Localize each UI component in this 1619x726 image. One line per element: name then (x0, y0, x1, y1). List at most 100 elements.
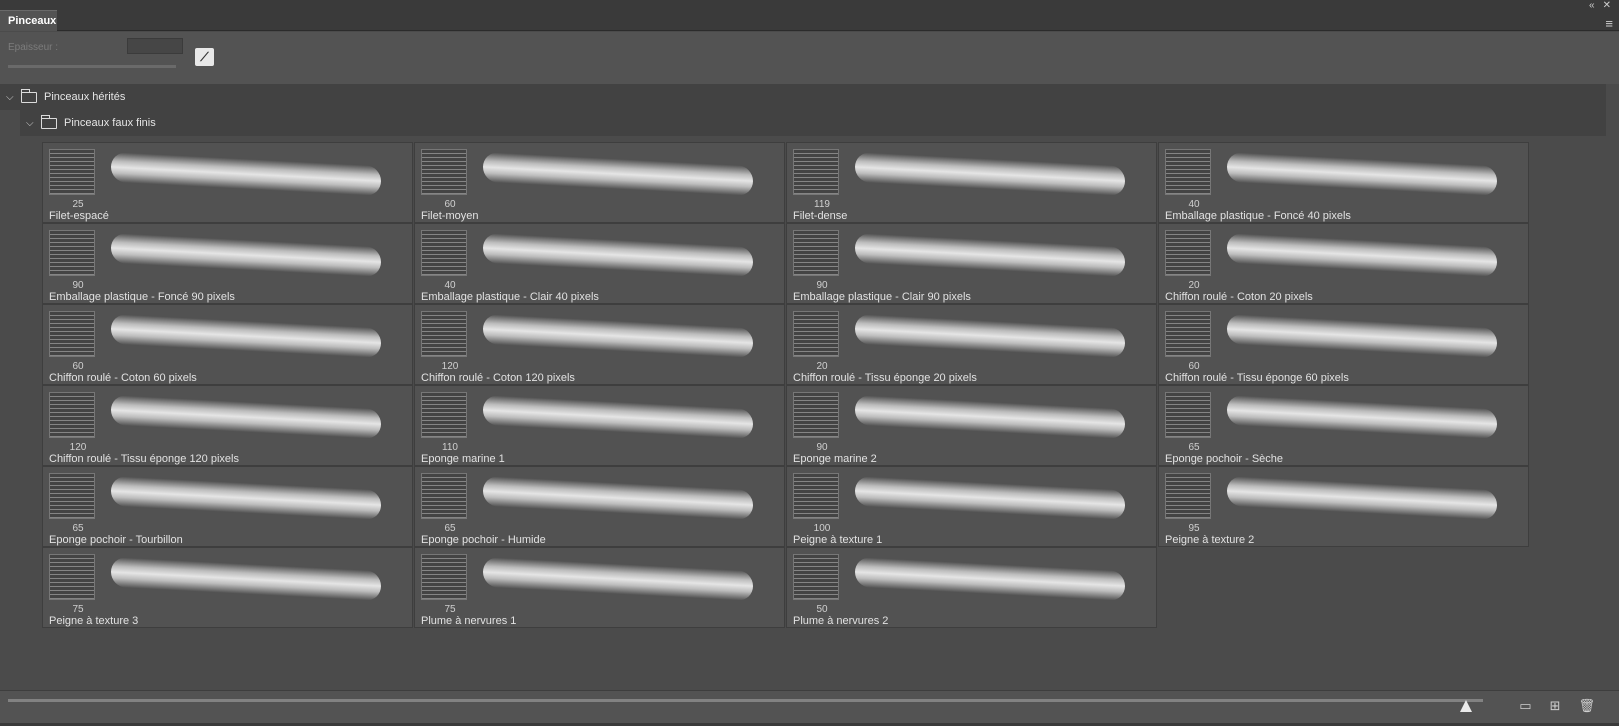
brush-preset[interactable]: 50 Plume à nervures 2 (786, 547, 1157, 628)
brush-tip-thumbnail (421, 554, 467, 600)
brush-size: 25 (72, 199, 84, 210)
brush-size: 95 (1188, 523, 1200, 534)
brush-stroke-preview (111, 556, 381, 602)
brush-stroke-preview (855, 313, 1125, 359)
brush-tree: ⌵ Pinceaux hérités ⌵ Pinceaux faux finis… (0, 84, 1619, 690)
brush-name: Eponge pochoir - Tourbillon (49, 534, 183, 546)
brush-name: Plume à nervures 2 (793, 615, 889, 627)
brush-preset[interactable]: 75 Plume à nervures 1 (414, 547, 785, 628)
thickness-slider[interactable] (8, 65, 176, 68)
brush-preset[interactable]: 40 Emballage plastique - Foncé 40 pixels (1158, 142, 1529, 223)
group-label: Pinceaux faux finis (64, 117, 156, 129)
folder-icon[interactable]: ▭ (1519, 698, 1531, 714)
brush-stroke-preview (855, 556, 1125, 602)
brush-size: 100 (813, 523, 831, 534)
brush-preset[interactable]: 100 Peigne à texture 1 (786, 466, 1157, 547)
brush-size: 40 (444, 280, 456, 291)
brush-size: 75 (72, 604, 84, 615)
brush-stroke-preview (483, 313, 753, 359)
brush-tip-thumbnail (49, 554, 95, 600)
brush-preset[interactable]: 120 Chiffon roulé - Coton 120 pixels (414, 304, 785, 385)
brush-tip-thumbnail (421, 149, 467, 195)
brush-name: Peigne à texture 3 (49, 615, 139, 627)
brush-preset[interactable]: 60 Chiffon roulé - Tissu éponge 60 pixels (1158, 304, 1529, 385)
brush-stroke-preview (483, 556, 753, 602)
brush-settings-icon[interactable]: ⟋ (195, 48, 214, 66)
brush-name: Filet-dense (793, 210, 848, 222)
panel-tab-row: Pinceaux ≡ (0, 8, 1619, 31)
brush-tip-thumbnail (793, 230, 839, 276)
brush-name: Eponge marine 2 (793, 453, 877, 465)
brush-size: 90 (816, 280, 828, 291)
brush-name: Eponge pochoir - Sèche (1165, 453, 1284, 465)
brush-name: Filet-espacé (49, 210, 109, 222)
brush-stroke-preview (1227, 232, 1497, 278)
brush-stroke-preview (483, 475, 753, 521)
brush-name: Emballage plastique - Foncé 40 pixels (1165, 210, 1351, 222)
chevron-down-icon[interactable]: ⌵ (26, 118, 38, 129)
brush-tip-thumbnail (1165, 392, 1211, 438)
brush-stroke-preview (1227, 313, 1497, 359)
thickness-label: Epaisseur : (8, 42, 59, 53)
brush-tip-thumbnail (793, 311, 839, 357)
tab-pinceaux[interactable]: Pinceaux (0, 10, 57, 31)
preview-size-slider[interactable] (8, 699, 1483, 702)
brush-preset[interactable]: 65 Eponge pochoir - Sèche (1158, 385, 1529, 466)
brush-preset[interactable]: 90 Eponge marine 2 (786, 385, 1157, 466)
group-pinceaux-faux-finis[interactable]: ⌵ Pinceaux faux finis (20, 110, 1606, 136)
brush-size: 110 (442, 442, 458, 453)
brush-preset[interactable]: 25 Filet-espacé (42, 142, 413, 223)
brush-stroke-preview (1227, 151, 1497, 197)
brush-preset[interactable]: 20 Chiffon roulé - Coton 20 pixels (1158, 223, 1529, 304)
brush-stroke-preview (1227, 475, 1497, 521)
brush-preset[interactable]: 90 Emballage plastique - Foncé 90 pixels (42, 223, 413, 304)
brush-size: 20 (1188, 280, 1200, 291)
brush-preset[interactable]: 120 Chiffon roulé - Tissu éponge 120 pixe… (42, 385, 413, 466)
brush-preset[interactable]: 90 Emballage plastique - Clair 90 pixels (786, 223, 1157, 304)
brush-preset[interactable]: 60 Chiffon roulé - Coton 60 pixels (42, 304, 413, 385)
brush-stroke-preview (111, 151, 381, 197)
brush-size: 60 (1188, 361, 1200, 372)
brush-stroke-preview (855, 151, 1125, 197)
brush-tip-thumbnail (1165, 149, 1211, 195)
brush-stroke-preview (1227, 394, 1497, 440)
brush-size: 40 (1188, 199, 1200, 210)
chevron-down-icon[interactable]: ⌵ (6, 92, 18, 103)
brush-size: 20 (816, 361, 828, 372)
brush-name: Chiffon roulé - Tissu éponge 120 pixels (49, 453, 239, 465)
brush-preset[interactable]: 110 Eponge marine 1 (414, 385, 785, 466)
plus-square-icon[interactable]: ⊞ (1550, 698, 1561, 714)
footer-icons: ▭ ⊞ 🗑 (1519, 698, 1595, 714)
brush-tip-thumbnail (421, 311, 467, 357)
brush-size: 90 (816, 442, 828, 453)
brush-tip-thumbnail (49, 149, 95, 195)
brush-preset[interactable]: 60 Filet-moyen (414, 142, 785, 223)
brush-tip-thumbnail (49, 230, 95, 276)
brush-preset[interactable]: 119 Filet-dense (786, 142, 1157, 223)
brush-tip-thumbnail (1165, 473, 1211, 519)
brush-preset[interactable]: 40 Emballage plastique - Clair 40 pixels (414, 223, 785, 304)
brush-preset[interactable]: 20 Chiffon roulé - Tissu éponge 20 pixels (786, 304, 1157, 385)
menu-icon[interactable]: ≡ (1605, 16, 1613, 31)
brush-name: Eponge pochoir - Humide (421, 534, 546, 546)
brush-name: Eponge marine 1 (421, 453, 505, 465)
brush-tip-thumbnail (49, 392, 95, 438)
panel-footer: ▭ ⊞ 🗑 (0, 690, 1619, 726)
brush-size: 65 (444, 523, 456, 534)
folder-icon (20, 88, 37, 103)
thickness-input[interactable] (127, 38, 183, 54)
brush-tip-thumbnail (421, 230, 467, 276)
brush-preset[interactable]: 95 Peigne à texture 2 (1158, 466, 1529, 547)
brush-stroke-preview (111, 394, 381, 440)
trash-icon[interactable]: 🗑 (1578, 698, 1595, 714)
brush-name: Peigne à texture 2 (1165, 534, 1255, 546)
brush-stroke-preview (111, 313, 381, 359)
brush-preset[interactable]: 65 Eponge pochoir - Humide (414, 466, 785, 547)
brush-size: 120 (441, 361, 459, 372)
group-label: Pinceaux hérités (44, 91, 126, 103)
brush-preset[interactable]: 65 Eponge pochoir - Tourbillon (42, 466, 413, 547)
group-pinceaux-herites[interactable]: ⌵ Pinceaux hérités (0, 84, 1606, 110)
brush-name: Emballage plastique - Clair 40 pixels (421, 291, 599, 303)
brush-preset[interactable]: 75 Peigne à texture 3 (42, 547, 413, 628)
brush-size: 65 (1188, 442, 1200, 453)
